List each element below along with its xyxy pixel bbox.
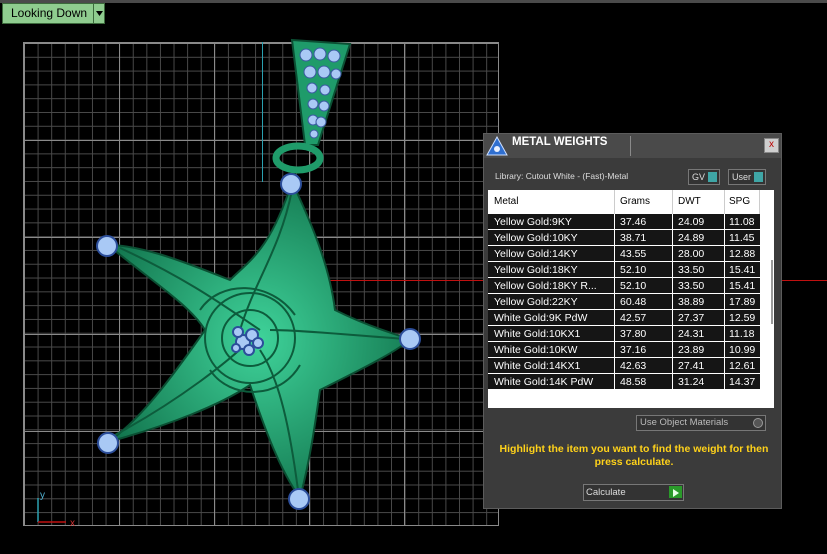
dwt-cell: 33.50	[673, 262, 725, 278]
column-header-grams[interactable]: Grams	[615, 190, 673, 214]
grams-cell: 43.55	[615, 246, 673, 262]
spg-cell: 17.89	[725, 294, 760, 310]
play-icon[interactable]	[669, 486, 682, 498]
metal-weights-panel: METAL WEIGHTS x Library: Cutout White - …	[483, 133, 782, 509]
table-row[interactable]: Yellow Gold:10KY 38.71 24.89 11.45	[488, 230, 760, 246]
gv-toggle[interactable]: GV	[688, 169, 721, 185]
dwt-cell: 31.24	[673, 374, 725, 390]
dwt-cell: 24.89	[673, 230, 725, 246]
table-row[interactable]: Yellow Gold:14KY 43.55 28.00 12.88	[488, 246, 760, 262]
spg-cell: 12.61	[725, 358, 760, 374]
grams-cell: 60.48	[615, 294, 673, 310]
spg-cell: 14.37	[725, 374, 760, 390]
radio-icon[interactable]	[753, 418, 763, 428]
user-checkbox[interactable]	[754, 172, 764, 182]
jump-ring	[272, 142, 324, 174]
metal-cell: Yellow Gold:18KY	[488, 262, 615, 278]
panel-titlebar[interactable]: METAL WEIGHTS x	[484, 134, 781, 158]
grams-cell: 37.46	[615, 214, 673, 230]
spg-cell: 15.41	[725, 262, 760, 278]
grams-cell: 48.58	[615, 374, 673, 390]
spg-cell: 10.99	[725, 342, 760, 358]
dwt-cell: 38.89	[673, 294, 725, 310]
dwt-cell: 33.50	[673, 278, 725, 294]
grams-cell: 42.63	[615, 358, 673, 374]
calculate-label: Calculate	[586, 487, 626, 498]
metal-cell: White Gold:14KX1	[488, 358, 615, 374]
grams-cell: 42.57	[615, 310, 673, 326]
column-header-spg[interactable]: SPG	[725, 190, 760, 214]
dwt-cell: 23.89	[673, 342, 725, 358]
table-row[interactable]: White Gold:10KW 37.16 23.89 10.99	[488, 342, 760, 358]
instruction-text: Highlight the item you want to find the …	[499, 443, 769, 468]
spg-cell: 11.18	[725, 326, 760, 342]
user-label: User	[732, 172, 752, 182]
table-row[interactable]: White Gold:9K PdW 42.57 27.37 12.59	[488, 310, 760, 326]
metal-cell: Yellow Gold:9KY	[488, 214, 615, 230]
title-separator	[630, 136, 631, 156]
table-row[interactable]: White Gold:14K PdW 48.58 31.24 14.37	[488, 374, 760, 390]
dwt-cell: 27.37	[673, 310, 725, 326]
calculate-button[interactable]: Calculate	[583, 484, 684, 501]
axis-indicator: y x	[37, 490, 75, 529]
spg-cell: 12.88	[725, 246, 760, 262]
dwt-cell: 28.00	[673, 246, 725, 262]
grams-cell: 52.10	[615, 262, 673, 278]
app-logo-icon	[486, 135, 508, 161]
table-row[interactable]: Yellow Gold:18KY R... 52.10 33.50 15.41	[488, 278, 760, 294]
use-object-materials-option[interactable]: Use Object Materials	[636, 415, 766, 431]
chevron-down-icon[interactable]	[93, 4, 104, 23]
close-icon[interactable]: x	[764, 138, 779, 153]
gv-checkbox[interactable]	[708, 172, 718, 182]
table-header: Metal Grams DWT SPG	[488, 190, 760, 214]
metal-cell: White Gold:14K PdW	[488, 374, 615, 390]
spg-cell: 12.59	[725, 310, 760, 326]
metal-cell: White Gold:9K PdW	[488, 310, 615, 326]
grams-cell: 37.16	[615, 342, 673, 358]
table-row[interactable]: Yellow Gold:22KY 60.48 38.89 17.89	[488, 294, 760, 310]
dwt-cell: 24.09	[673, 214, 725, 230]
spg-cell: 11.45	[725, 230, 760, 246]
bail	[290, 38, 352, 146]
metal-cell: Yellow Gold:18KY R...	[488, 278, 615, 294]
starfish-pendant-model[interactable]	[80, 30, 480, 530]
dwt-cell: 27.41	[673, 358, 725, 374]
panel-title: METAL WEIGHTS	[512, 136, 608, 148]
vertical-scrollbar[interactable]	[771, 260, 773, 324]
use-object-materials-label: Use Object Materials	[640, 417, 729, 428]
axis-y-label: y	[40, 490, 45, 501]
table-row[interactable]: Yellow Gold:18KY 52.10 33.50 15.41	[488, 262, 760, 278]
table-row[interactable]: Yellow Gold:9KY 37.46 24.09 11.08	[488, 214, 760, 230]
column-header-dwt[interactable]: DWT	[673, 190, 725, 214]
metal-cell: Yellow Gold:14KY	[488, 246, 615, 262]
axis-x-label: x	[70, 518, 75, 529]
spg-cell: 15.41	[725, 278, 760, 294]
view-selector-dropdown[interactable]: Looking Down	[2, 3, 106, 24]
view-selector-label: Looking Down	[11, 6, 88, 20]
metal-cell: Yellow Gold:10KY	[488, 230, 615, 246]
metal-table[interactable]: Metal Grams DWT SPG Yellow Gold:9KY 37.46…	[488, 190, 774, 408]
user-toggle[interactable]: User	[728, 169, 767, 185]
top-edge-strip	[0, 0, 827, 3]
gv-label: GV	[692, 172, 706, 182]
spg-cell: 11.08	[725, 214, 760, 230]
library-label: Library: Cutout White - (Fast)-Metal	[495, 171, 629, 181]
grams-cell: 38.71	[615, 230, 673, 246]
metal-cell: White Gold:10KX1	[488, 326, 615, 342]
grams-cell: 52.10	[615, 278, 673, 294]
metal-cell: White Gold:10KW	[488, 342, 615, 358]
grams-cell: 37.80	[615, 326, 673, 342]
dwt-cell: 24.31	[673, 326, 725, 342]
table-row[interactable]: White Gold:14KX1 42.63 27.41 12.61	[488, 358, 760, 374]
metal-cell: Yellow Gold:22KY	[488, 294, 615, 310]
table-row[interactable]: White Gold:10KX1 37.80 24.31 11.18	[488, 326, 760, 342]
column-header-metal[interactable]: Metal	[488, 190, 615, 214]
